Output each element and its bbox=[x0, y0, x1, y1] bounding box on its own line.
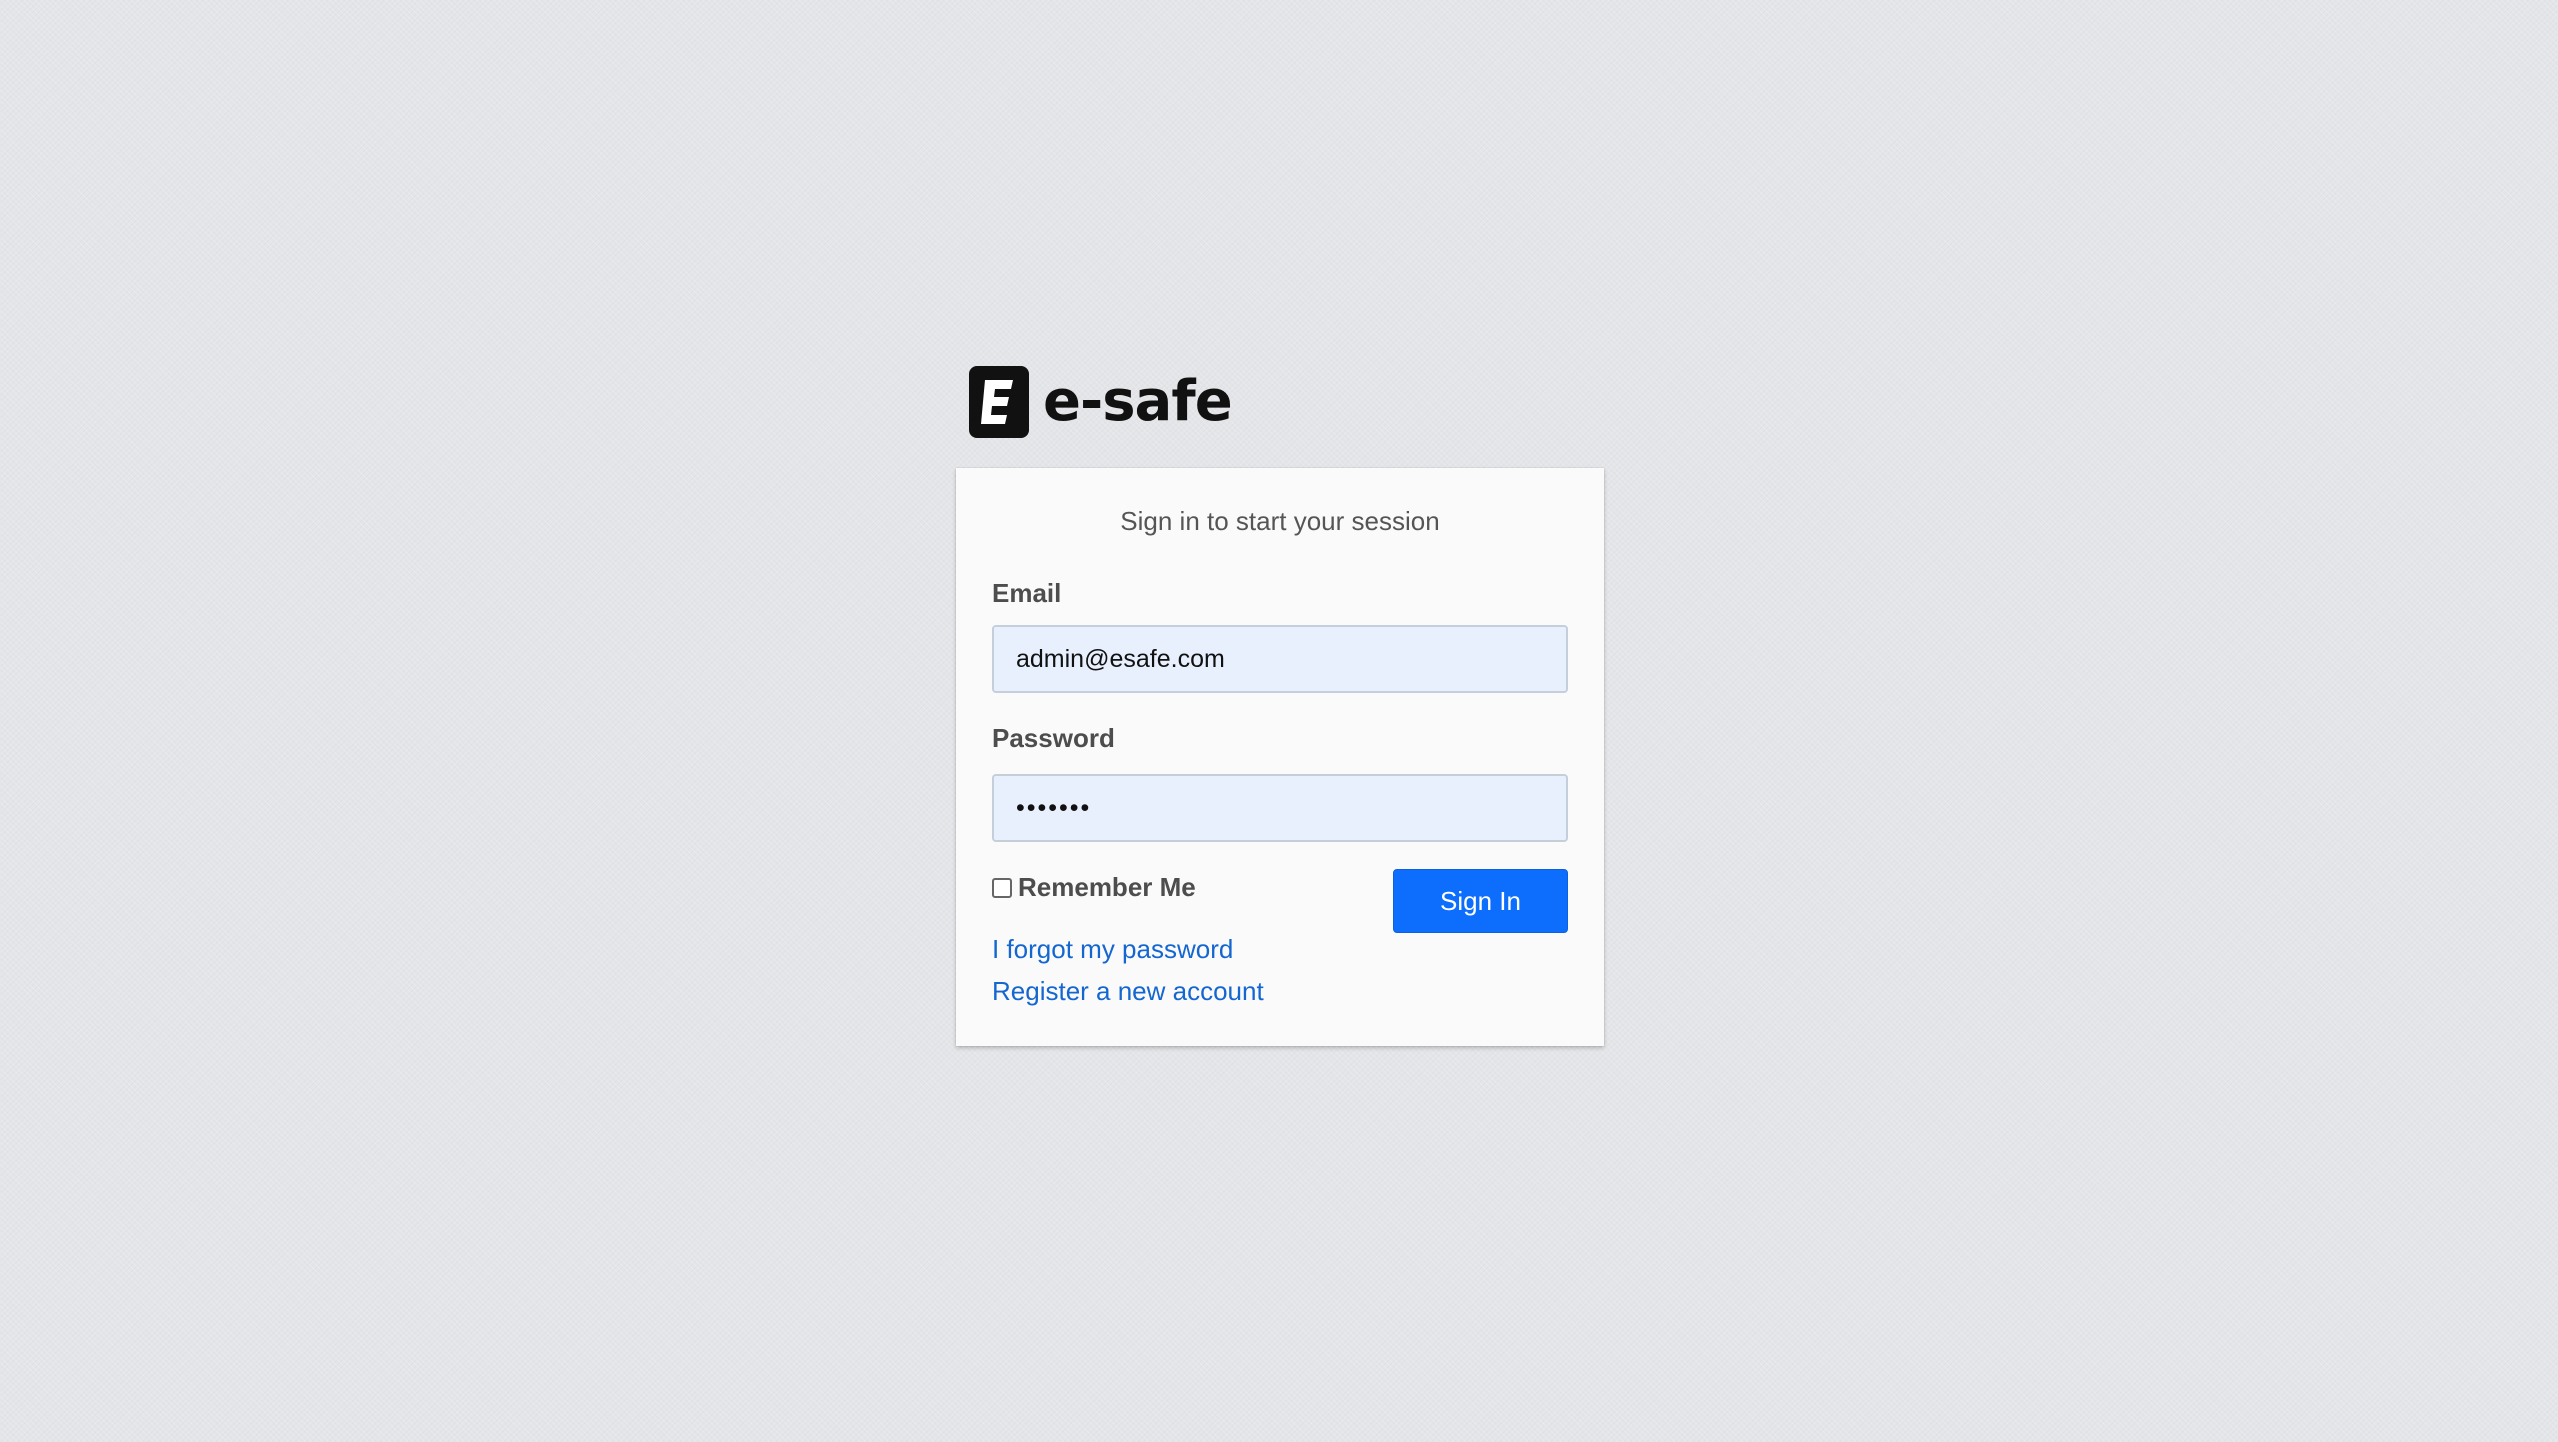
password-input[interactable] bbox=[992, 774, 1568, 842]
register-link[interactable]: Register a new account bbox=[992, 976, 1264, 1007]
remember-me-label[interactable]: Remember Me bbox=[1018, 872, 1196, 903]
email-input[interactable] bbox=[992, 625, 1568, 693]
remember-me-checkbox[interactable] bbox=[992, 877, 1012, 898]
password-label: Password bbox=[992, 723, 1115, 753]
remember-me-row[interactable]: Remember Me bbox=[992, 872, 1196, 903]
brand-logo[interactable]: e-safe bbox=[969, 365, 1233, 439]
login-card: Sign in to start your session Email Pass… bbox=[956, 468, 1604, 1046]
e-safe-logo-icon bbox=[969, 366, 1029, 438]
login-subtitle: Sign in to start your session bbox=[1120, 506, 1440, 536]
sign-in-button[interactable]: Sign In bbox=[1393, 869, 1568, 933]
forgot-password-link[interactable]: I forgot my password bbox=[992, 934, 1233, 965]
email-label: Email bbox=[992, 578, 1062, 608]
brand-name: e-safe bbox=[1043, 369, 1233, 434]
